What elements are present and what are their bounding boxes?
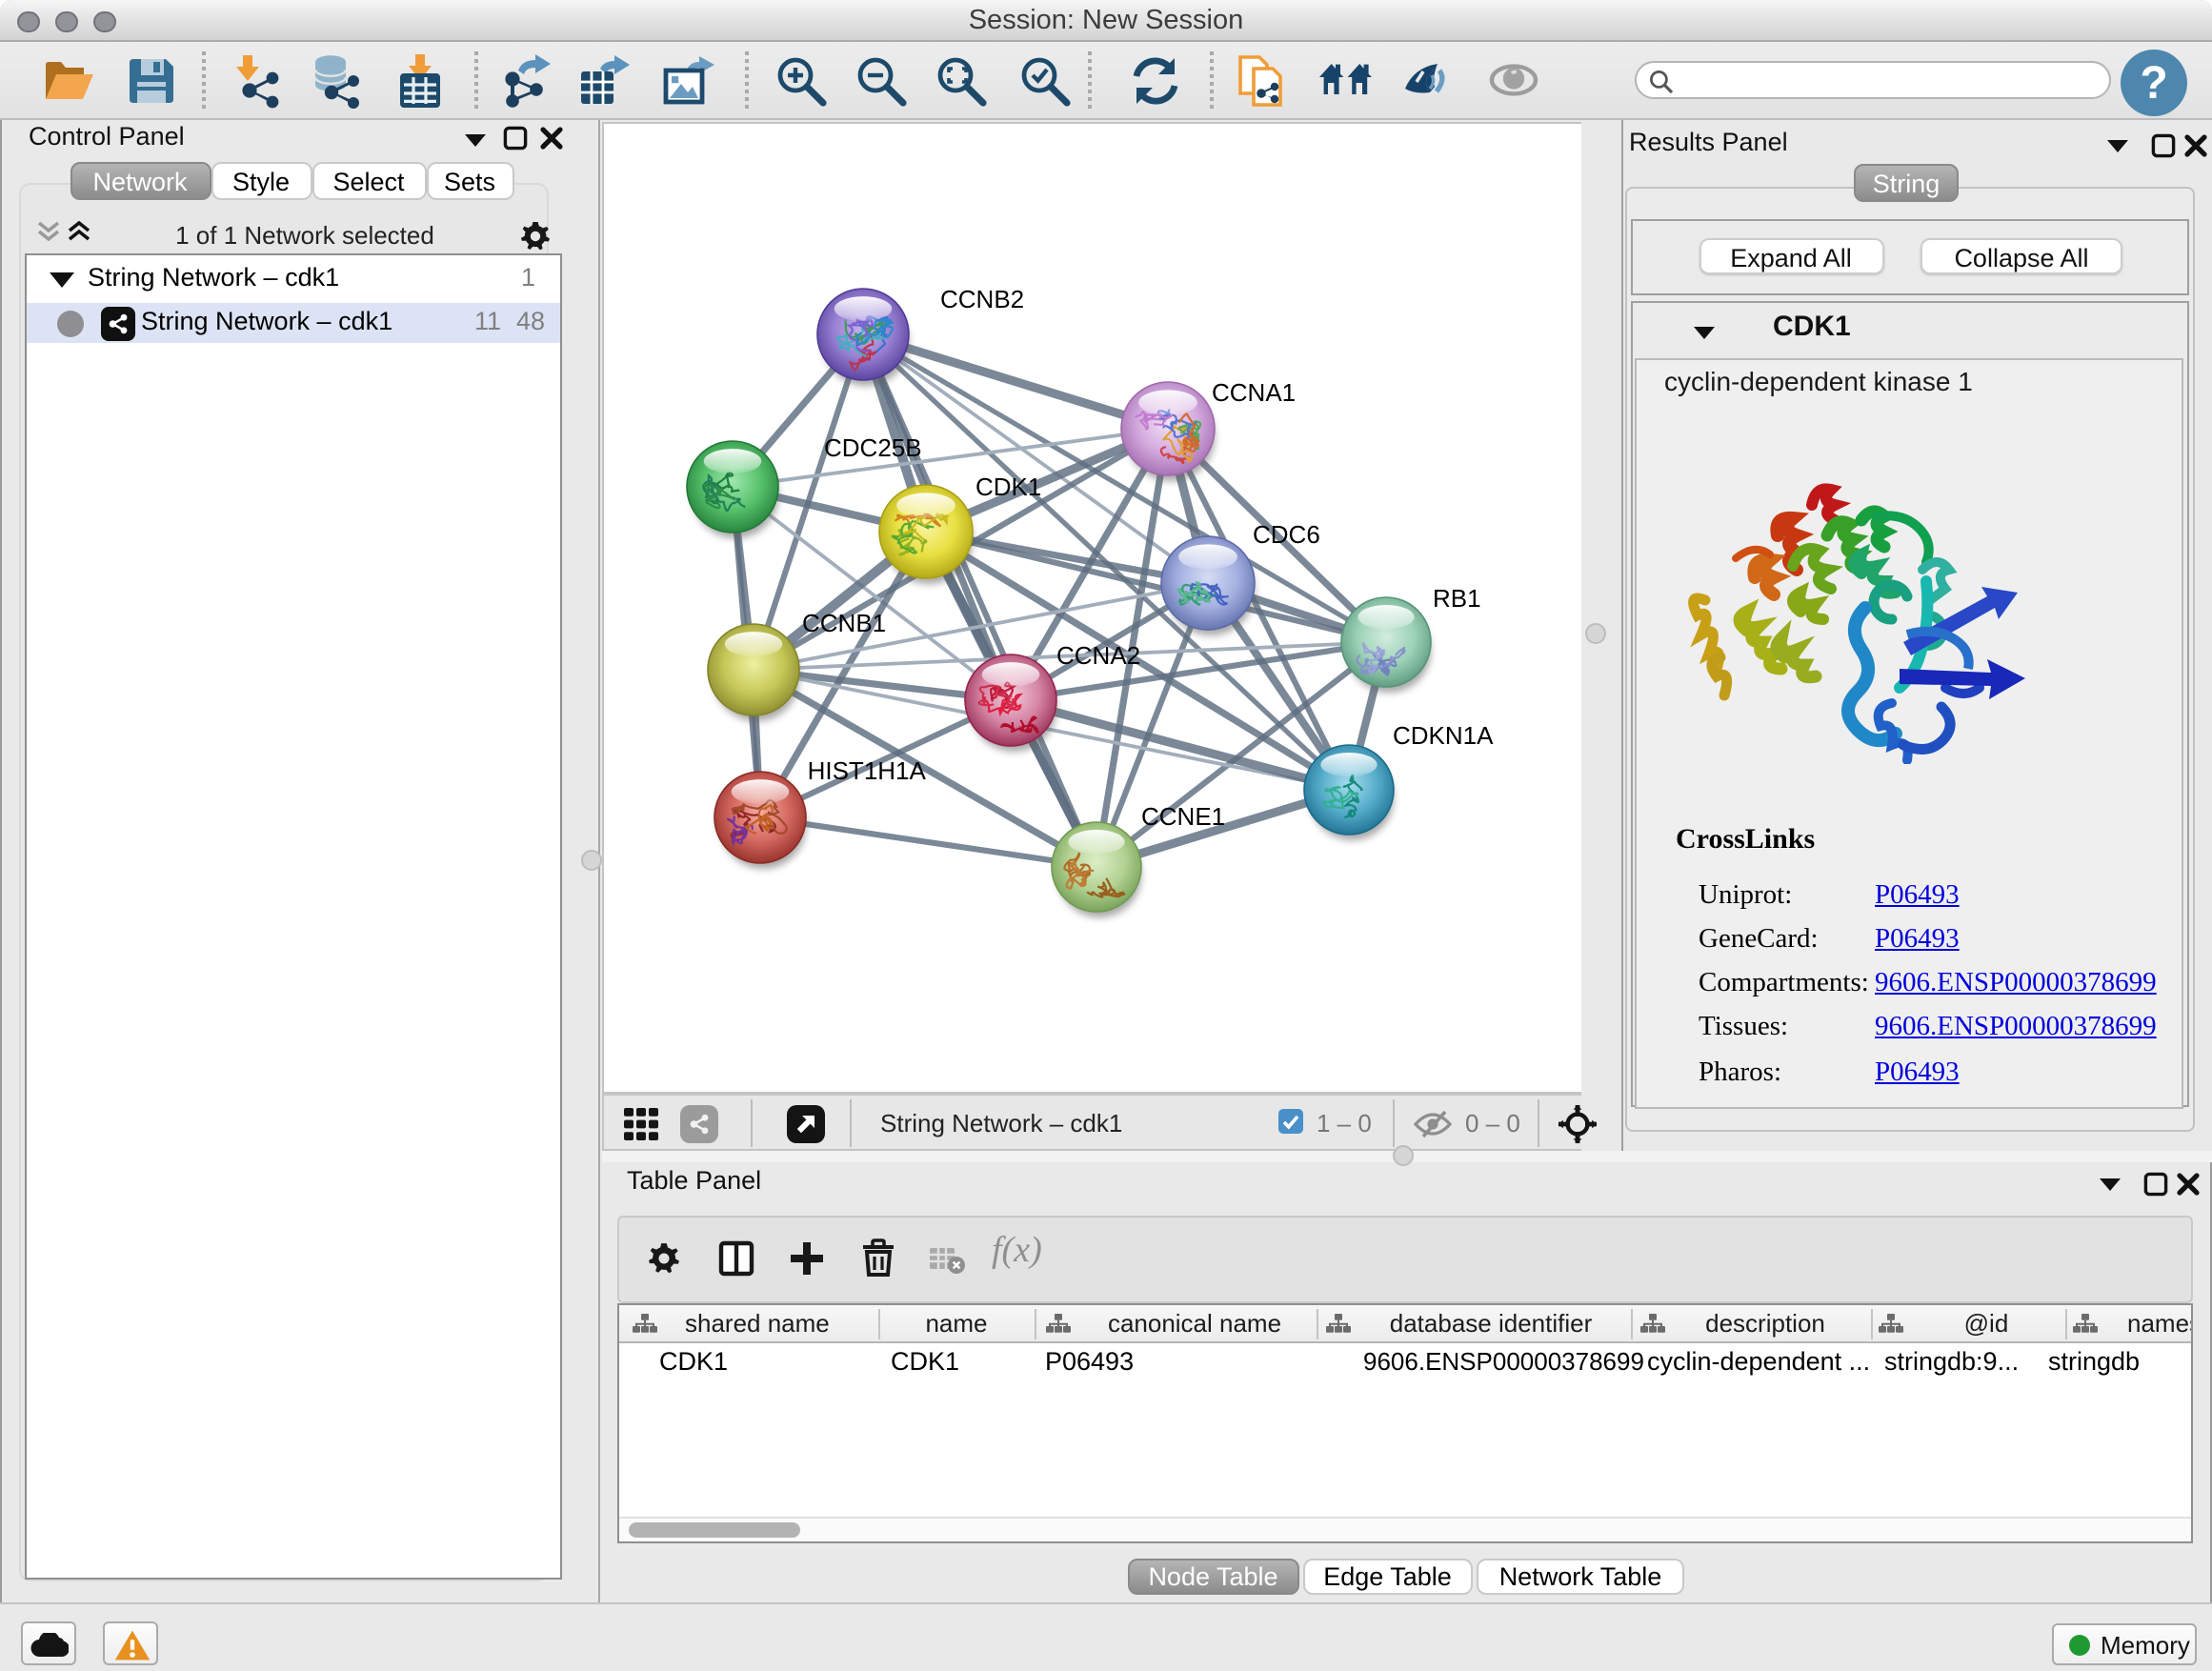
svg-text:CCNA1: CCNA1: [1212, 378, 1296, 407]
svg-text:HIST1H1A: HIST1H1A: [808, 756, 927, 785]
svg-text:CDKN1A: CDKN1A: [1393, 721, 1494, 750]
svg-text:?: ?: [2140, 57, 2167, 108]
svg-text:CCNB2: CCNB2: [940, 285, 1024, 313]
svg-text:CCNB1: CCNB1: [802, 609, 886, 637]
svg-text:CDC6: CDC6: [1253, 520, 1320, 549]
svg-text:CDK1: CDK1: [975, 473, 1041, 501]
svg-text:RB1: RB1: [1433, 584, 1481, 613]
svg-text:CCNE1: CCNE1: [1141, 802, 1225, 831]
svg-text:CDC25B: CDC25B: [824, 433, 922, 462]
svg-text:CCNA2: CCNA2: [1056, 641, 1140, 670]
